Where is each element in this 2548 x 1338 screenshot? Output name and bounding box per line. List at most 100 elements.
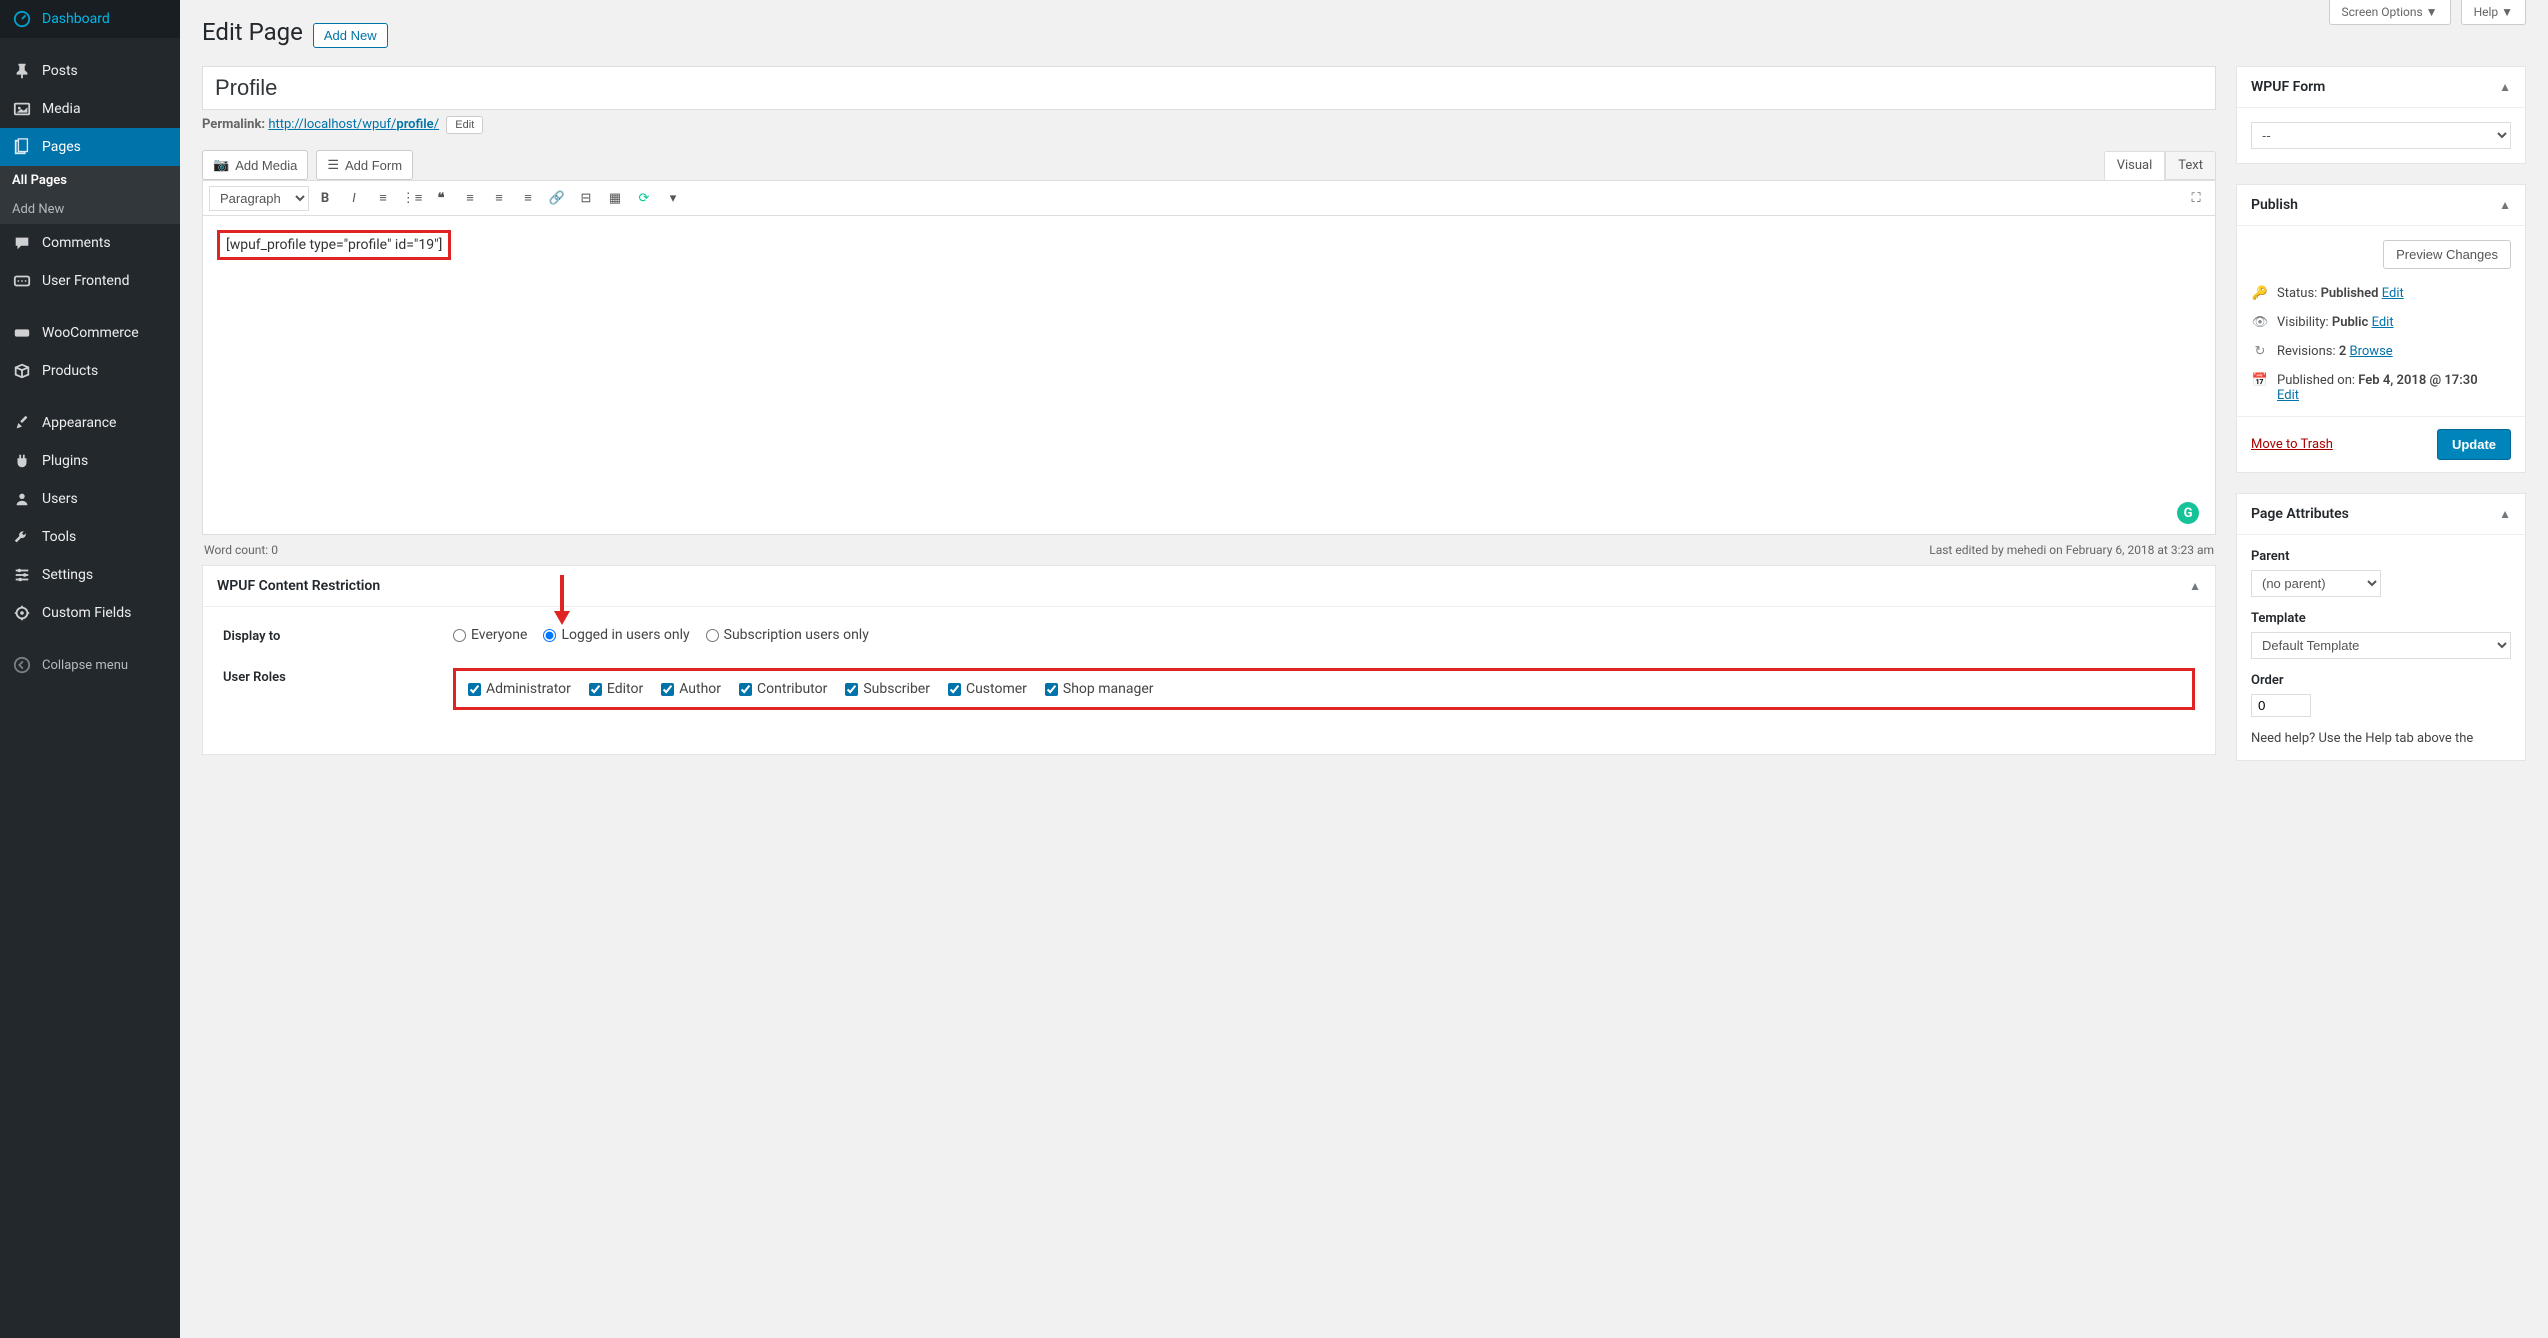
wpuf-form-select[interactable]: -- <box>2251 122 2511 149</box>
link-button[interactable]: 🔗 <box>544 185 570 211</box>
word-count: Word count: 0 <box>204 543 278 557</box>
toolbar-toggle-button[interactable]: ▦ <box>602 185 628 211</box>
page-title: Edit Page <box>202 18 303 46</box>
revisions-browse-link[interactable]: Browse <box>2350 344 2393 359</box>
content-editor[interactable]: [wpuf_profile type="profile" id="19"] G <box>202 215 2216 535</box>
role-customer-checkbox[interactable]: Customer <box>948 681 1027 697</box>
add-new-button[interactable]: Add New <box>313 23 388 48</box>
visibility-edit-link[interactable]: Edit <box>2372 315 2394 330</box>
parent-select[interactable]: (no parent) <box>2251 570 2381 597</box>
sidebar-item-user-frontend[interactable]: User Frontend <box>0 262 180 300</box>
page-attributes-header[interactable]: Page Attributes ▲ <box>2237 494 2525 535</box>
publish-header[interactable]: Publish ▲ <box>2237 185 2525 226</box>
template-label: Template <box>2251 611 2511 626</box>
wpuf-toolbar-button[interactable]: ⟳ <box>631 185 657 211</box>
add-form-button[interactable]: ☰Add Form <box>316 150 413 180</box>
sidebar-item-media[interactable]: Media <box>0 90 180 128</box>
tab-visual[interactable]: Visual <box>2104 151 2166 180</box>
screen-options-tab[interactable]: Screen Options ▼ <box>2329 0 2451 25</box>
collapse-icon: ▲ <box>2499 198 2511 212</box>
order-input[interactable] <box>2251 694 2311 717</box>
blockquote-button[interactable]: ❝ <box>428 185 454 211</box>
sidebar-item-pages[interactable]: Pages <box>0 128 180 166</box>
content-restriction-box: WPUF Content Restriction ▲ Display to <box>202 565 2216 755</box>
add-media-button[interactable]: 📷Add Media <box>202 150 308 180</box>
permalink-edit-button[interactable]: Edit <box>446 116 483 134</box>
grammarly-icon[interactable]: G <box>2177 502 2199 524</box>
align-right-button[interactable]: ≡ <box>515 185 541 211</box>
preview-changes-button[interactable]: Preview Changes <box>2383 240 2511 269</box>
sidebar-item-dashboard[interactable]: Dashboard <box>0 0 180 38</box>
toolbar-dropdown-button[interactable]: ▾ <box>660 185 686 211</box>
collapse-icon: ▲ <box>2499 507 2511 521</box>
role-shop-manager-checkbox[interactable]: Shop manager <box>1045 681 1154 697</box>
sidebar-item-comments[interactable]: Comments <box>0 224 180 262</box>
sidebar-item-posts[interactable]: Posts <box>0 52 180 90</box>
template-select[interactable]: Default Template <box>2251 632 2511 659</box>
role-editor-checkbox[interactable]: Editor <box>589 681 643 697</box>
media-icon <box>12 99 32 119</box>
fullscreen-button[interactable]: ⛶ <box>2183 185 2209 211</box>
history-icon: ↻ <box>2251 344 2269 359</box>
publish-box: Publish ▲ Preview Changes 🔑Status: Publi… <box>2236 184 2526 473</box>
format-select[interactable]: Paragraph <box>209 186 309 211</box>
appearance-icon <box>12 413 32 433</box>
numbered-list-button[interactable]: ⋮≡ <box>399 185 425 211</box>
dashboard-icon <box>12 9 32 29</box>
form-icon: ☰ <box>327 157 339 173</box>
status-edit-link[interactable]: Edit <box>2382 286 2404 301</box>
role-administrator-checkbox[interactable]: Administrator <box>468 681 571 697</box>
collapse-icon: ▲ <box>2499 80 2511 94</box>
custom-icon <box>12 603 32 623</box>
display-logged-in-option[interactable]: Logged in users only <box>543 627 689 643</box>
role-author-checkbox[interactable]: Author <box>661 681 721 697</box>
submenu-all-pages[interactable]: All Pages <box>0 166 180 195</box>
eye-icon: 👁 <box>2251 315 2269 330</box>
role-contributor-checkbox[interactable]: Contributor <box>739 681 827 697</box>
permalink-link[interactable]: http://localhost/wpuf/profile/ <box>268 117 439 132</box>
shortcode-highlight: [wpuf_profile type="profile" id="19"] <box>217 230 451 260</box>
content-restriction-header[interactable]: WPUF Content Restriction ▲ <box>203 566 2215 607</box>
plugins-icon <box>12 451 32 471</box>
published-edit-link[interactable]: Edit <box>2277 388 2299 403</box>
comment-icon <box>12 233 32 253</box>
bold-button[interactable]: B <box>312 185 338 211</box>
parent-label: Parent <box>2251 549 2511 564</box>
media-icon: 📷 <box>213 157 229 173</box>
tools-icon <box>12 527 32 547</box>
readmore-button[interactable]: ⊟ <box>573 185 599 211</box>
wpuf-form-box: WPUF Form ▲ -- <box>2236 66 2526 164</box>
woo-icon <box>12 323 32 343</box>
tab-text[interactable]: Text <box>2165 151 2216 180</box>
collapse-menu-button[interactable]: Collapse menu <box>0 646 180 684</box>
sidebar-item-woocommerce[interactable]: WooCommerce <box>0 314 180 352</box>
post-title-input[interactable] <box>202 66 2216 110</box>
display-to-label: Display to <box>223 627 453 644</box>
align-left-button[interactable]: ≡ <box>457 185 483 211</box>
sidebar-item-appearance[interactable]: Appearance <box>0 404 180 442</box>
sidebar-item-plugins[interactable]: Plugins <box>0 442 180 480</box>
align-center-button[interactable]: ≡ <box>486 185 512 211</box>
display-everyone-option[interactable]: Everyone <box>453 627 527 643</box>
wpuf-form-header[interactable]: WPUF Form ▲ <box>2237 67 2525 108</box>
role-subscriber-checkbox[interactable]: Subscriber <box>845 681 930 697</box>
submenu-add-new[interactable]: Add New <box>0 195 180 224</box>
help-tab[interactable]: Help ▼ <box>2461 0 2526 25</box>
sidebar-item-custom-fields[interactable]: Custom Fields <box>0 594 180 632</box>
bullet-list-button[interactable]: ≡ <box>370 185 396 211</box>
move-to-trash-link[interactable]: Move to Trash <box>2251 437 2333 452</box>
sidebar-item-users[interactable]: Users <box>0 480 180 518</box>
update-button[interactable]: Update <box>2437 429 2511 460</box>
users-icon <box>12 489 32 509</box>
last-edited: Last edited by mehedi on February 6, 201… <box>1929 543 2214 557</box>
user-roles-label: User Roles <box>223 668 453 685</box>
display-subscription-option[interactable]: Subscription users only <box>706 627 869 643</box>
frontend-icon <box>12 271 32 291</box>
sidebar-item-settings[interactable]: Settings <box>0 556 180 594</box>
products-icon <box>12 361 32 381</box>
italic-button[interactable]: I <box>341 185 367 211</box>
sidebar-item-tools[interactable]: Tools <box>0 518 180 556</box>
pages-icon <box>12 137 32 157</box>
editor-toolbar: Paragraph B I ≡ ⋮≡ ❝ ≡ ≡ ≡ 🔗 ⊟ ▦ ⟳ ▾ ⛶ <box>202 180 2216 215</box>
sidebar-item-products[interactable]: Products <box>0 352 180 390</box>
